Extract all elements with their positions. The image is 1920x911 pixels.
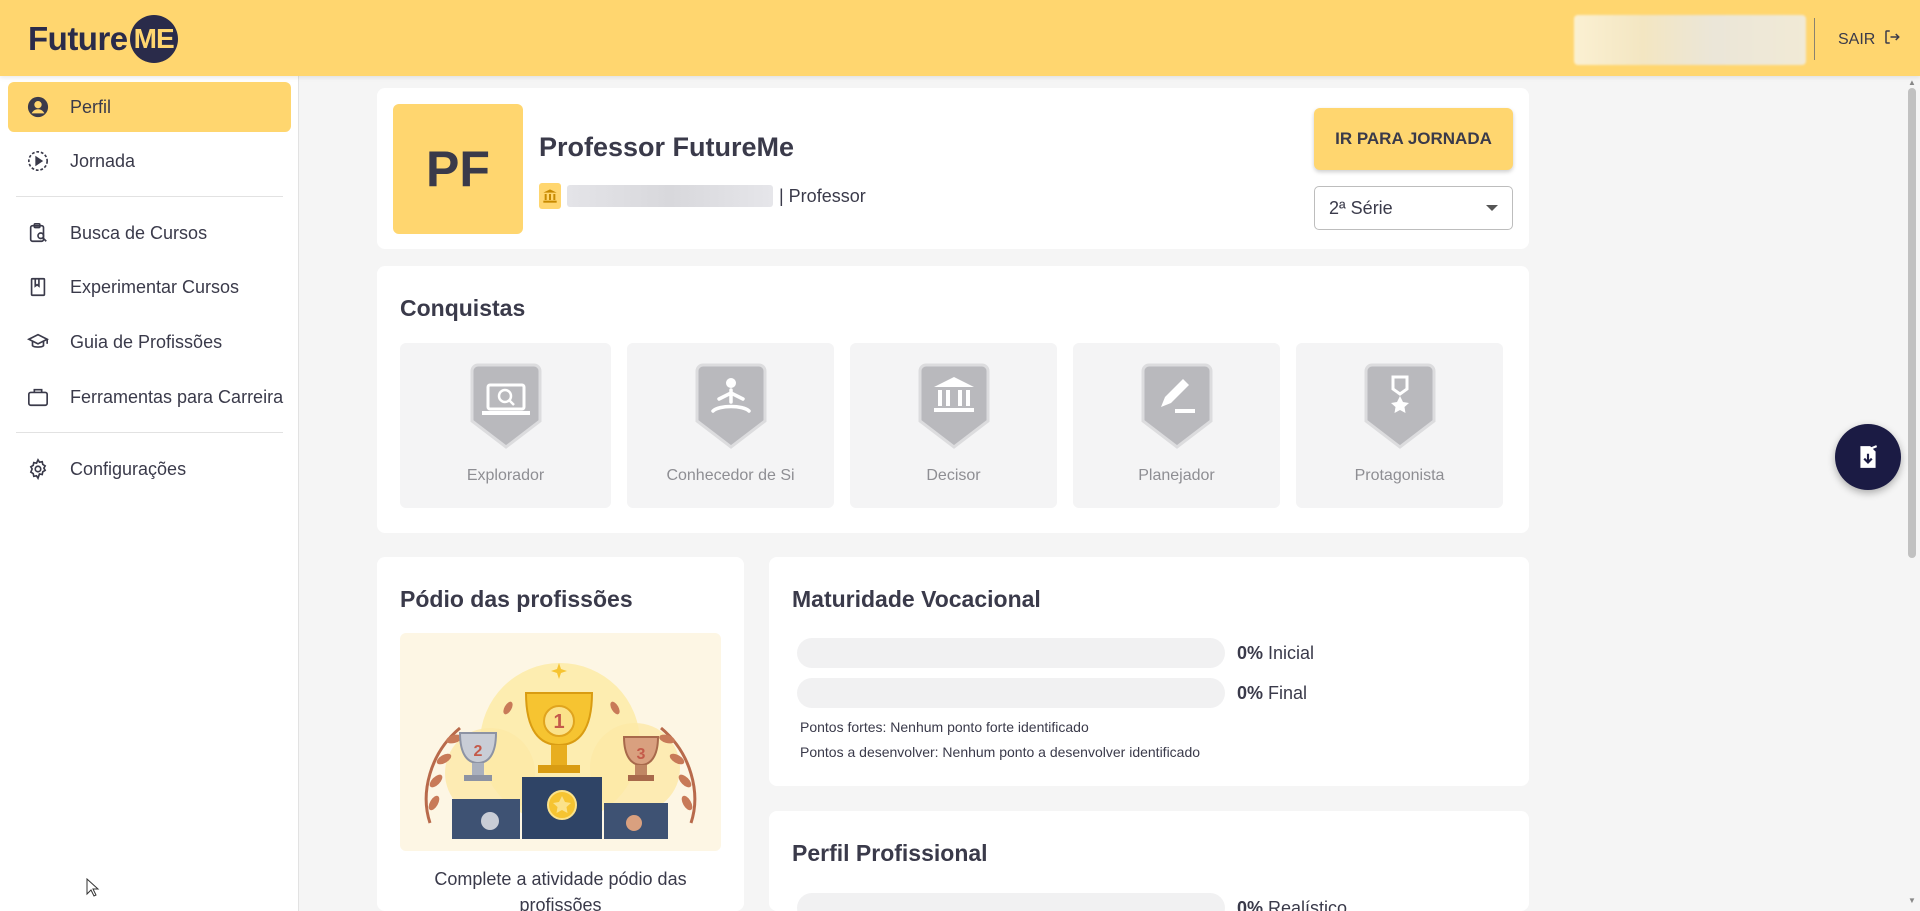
- sidebar-item-jornada[interactable]: Jornada: [8, 136, 291, 186]
- sidebar-item-label: Configurações: [70, 458, 187, 479]
- badge-label: Planejador: [1138, 467, 1215, 484]
- sidebar-item-guia-de-profissoes[interactable]: Guia de Profissões: [8, 317, 291, 367]
- graduation-cap-icon: [26, 330, 50, 354]
- laptop-search-icon: [470, 363, 541, 449]
- briefcase-icon: [26, 385, 50, 409]
- progress-bar: [797, 638, 1225, 668]
- avatar: PF: [393, 104, 523, 234]
- play-circle-icon: [26, 149, 50, 173]
- logo-text: Future: [28, 20, 128, 57]
- badge-planejador[interactable]: Planejador: [1073, 343, 1280, 508]
- progress-label: 0% Realístico: [1237, 898, 1347, 911]
- sidebar: Perfil Jornada Busca de Cursos Experimen…: [0, 76, 299, 911]
- progress-name: Final: [1268, 682, 1308, 703]
- grade-select[interactable]: 2ª Série: [1314, 186, 1513, 230]
- badge-explorador[interactable]: Explorador: [400, 343, 611, 508]
- badge-label: Protagonista: [1354, 467, 1445, 484]
- progress-percent: 0%: [1237, 897, 1264, 911]
- logout-button[interactable]: SAIR: [1838, 28, 1901, 51]
- sidebar-item-label: Experimentar Cursos: [70, 276, 240, 297]
- podium-title: Pódio das profissões: [400, 586, 633, 612]
- sidebar-divider: [16, 432, 283, 433]
- top-divider: [1814, 18, 1815, 60]
- institution-icon: [918, 363, 989, 449]
- grade-select-value: 2ª Série: [1329, 197, 1393, 218]
- vertical-scrollbar-thumb[interactable]: [1908, 88, 1916, 558]
- sidebar-divider: [16, 196, 283, 197]
- sidebar-item-label: Ferramentas para Carreira: [70, 386, 284, 407]
- profile-subtitle: | Professor: [539, 183, 866, 209]
- podium-text: Complete a atividade pódio das profissõe…: [434, 869, 687, 911]
- progress-label: 0% Final: [1237, 683, 1307, 704]
- progress-bar: [797, 893, 1225, 911]
- school-name-blurred: [567, 185, 773, 207]
- maturity-bar-final: 0% Final: [797, 678, 1307, 708]
- progress-name: Realístico: [1268, 897, 1348, 911]
- logout-icon: [1883, 28, 1901, 51]
- achievements-title: Conquistas: [400, 295, 526, 321]
- pencil-edit-icon: [1141, 363, 1212, 449]
- sidebar-item-label: Busca de Cursos: [70, 222, 208, 243]
- document-export-icon: [1860, 445, 1878, 468]
- go-to-journey-button[interactable]: IR PARA JORNADA: [1314, 108, 1513, 170]
- progress-name: Inicial: [1268, 642, 1315, 663]
- badge-label: Decisor: [926, 467, 981, 484]
- sidebar-item-busca-de-cursos[interactable]: Busca de Cursos: [8, 208, 291, 258]
- meditation-icon: [695, 363, 766, 449]
- badge-label: Explorador: [466, 467, 545, 484]
- scroll-up-arrow-icon[interactable]: ▲: [1908, 78, 1916, 87]
- progress-percent: 0%: [1237, 682, 1264, 703]
- top-bar: Future ME SAIR: [0, 0, 1920, 76]
- sidebar-item-ferramentas-para-carreira[interactable]: Ferramentas para Carreira: [8, 372, 291, 422]
- svg-text:1: 1: [553, 711, 564, 733]
- professional-bar-realistico: 0% Realístico: [797, 893, 1347, 911]
- medal-star-icon: [1364, 363, 1435, 449]
- profile-name: Professor FutureMe: [539, 132, 795, 162]
- maturity-bar-inicial: 0% Inicial: [797, 638, 1314, 668]
- caret-down-icon: [1486, 205, 1498, 211]
- scroll-down-arrow-icon[interactable]: ▼: [1908, 896, 1916, 905]
- user-info-blurred[interactable]: [1574, 15, 1806, 65]
- sidebar-item-configuracoes[interactable]: Configurações: [8, 444, 291, 494]
- export-document-button[interactable]: [1835, 424, 1901, 490]
- badge-conhecedor-de-si[interactable]: Conhecedor de Si: [627, 343, 834, 508]
- progress-bar: [797, 678, 1225, 708]
- professional-profile-title: Perfil Profissional: [792, 840, 988, 866]
- sidebar-item-experimentar-cursos[interactable]: Experimentar Cursos: [8, 262, 291, 312]
- maturity-title: Maturidade Vocacional: [792, 586, 1041, 612]
- podium-illustration: 2 1 3: [400, 633, 721, 851]
- badge-label: Conhecedor de Si: [666, 467, 795, 484]
- sidebar-item-perfil[interactable]: Perfil: [8, 82, 291, 132]
- svg-text:2: 2: [474, 743, 483, 760]
- user-circle-icon: [26, 95, 50, 119]
- gear-icon: [26, 457, 50, 481]
- sidebar-item-label: Guia de Profissões: [70, 331, 223, 352]
- progress-percent: 0%: [1237, 642, 1264, 663]
- profile-role: | Professor: [779, 185, 866, 206]
- mouse-cursor-icon: [86, 877, 100, 903]
- strengths-text: Pontos fortes: Nenhum ponto forte identi…: [800, 719, 1089, 735]
- sidebar-item-label: Perfil: [70, 96, 112, 117]
- badge-protagonista[interactable]: Protagonista: [1296, 343, 1503, 508]
- logo-badge: ME: [129, 15, 178, 63]
- futureme-logo[interactable]: Future ME: [28, 15, 178, 63]
- logout-label: SAIR: [1838, 30, 1876, 48]
- clipboard-search-icon: [26, 221, 50, 245]
- to-develop-text: Pontos a desenvolver: Nenhum ponto a des…: [800, 744, 1201, 760]
- sidebar-item-label: Jornada: [70, 150, 136, 171]
- bookmark-book-icon: [26, 275, 50, 299]
- school-icon: [539, 183, 561, 209]
- badge-decisor[interactable]: Decisor: [850, 343, 1057, 508]
- svg-text:3: 3: [637, 746, 646, 763]
- progress-label: 0% Inicial: [1237, 643, 1314, 664]
